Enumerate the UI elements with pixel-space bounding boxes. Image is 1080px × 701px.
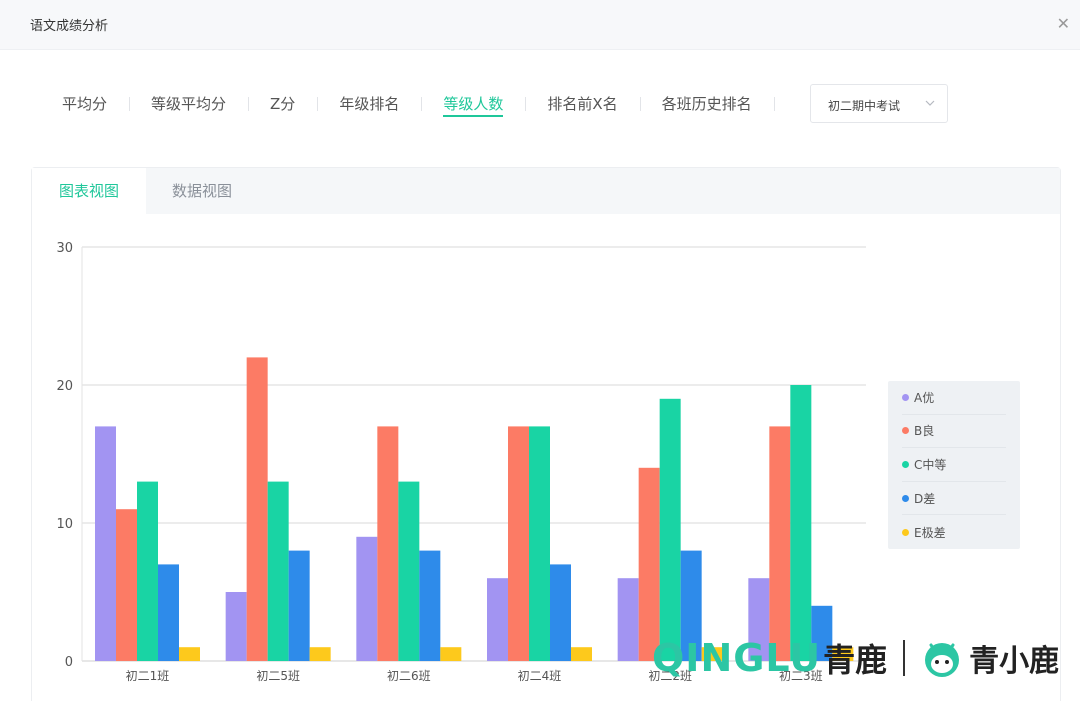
bar bbox=[790, 385, 812, 661]
legend-dot-icon bbox=[902, 427, 909, 435]
legend-label: C中等 bbox=[914, 457, 947, 472]
legend-item[interactable]: B良 bbox=[902, 415, 1006, 449]
y-tick-label: 10 bbox=[56, 517, 73, 532]
bar bbox=[267, 481, 289, 661]
bar bbox=[508, 426, 529, 661]
bar-chart: 0102030初二1班 初二5班 初二6班 初二4班 初二2班 初二3班 bbox=[56, 241, 866, 683]
bar bbox=[617, 578, 639, 661]
bar bbox=[529, 426, 550, 661]
watermark-cn: 青鹿 bbox=[823, 641, 888, 679]
bar bbox=[288, 550, 310, 661]
legend-item[interactable]: A优 bbox=[902, 381, 1006, 415]
legend-item[interactable]: D差 bbox=[902, 482, 1006, 516]
bar bbox=[225, 592, 247, 661]
deer-logo-icon bbox=[925, 643, 960, 677]
bar bbox=[179, 647, 200, 661]
watermark-latin: QINGLU bbox=[652, 636, 822, 680]
bar bbox=[769, 426, 791, 661]
x-tick-label: 初二4班 bbox=[518, 669, 562, 683]
x-tick-label: 初二1班 bbox=[126, 669, 170, 683]
bar bbox=[377, 426, 399, 661]
legend-label: E极差 bbox=[914, 525, 946, 540]
y-tick-label: 20 bbox=[56, 379, 73, 394]
watermark-cn2: 青小鹿 bbox=[969, 644, 1060, 679]
bar bbox=[398, 481, 420, 661]
y-tick-label: 30 bbox=[56, 241, 73, 256]
bar bbox=[158, 564, 179, 661]
bar bbox=[309, 647, 331, 661]
bar bbox=[95, 426, 116, 661]
bar bbox=[356, 536, 378, 661]
legend-item[interactable]: E极差 bbox=[902, 515, 1006, 549]
bar bbox=[246, 357, 268, 661]
legend-dot-icon bbox=[902, 528, 909, 536]
x-tick-label: 初二5班 bbox=[256, 669, 300, 683]
bar bbox=[440, 647, 462, 661]
legend-item[interactable]: C中等 bbox=[902, 448, 1006, 482]
legend-dot-icon bbox=[902, 460, 909, 468]
chart-legend: A优 B良 C中等 D差 E极差 bbox=[888, 381, 1020, 549]
x-tick-label: 初二6班 bbox=[387, 669, 431, 683]
watermark-logo: QINGLU 青鹿 青小鹿 bbox=[652, 633, 1059, 683]
legend-label: A优 bbox=[914, 390, 935, 405]
bar bbox=[659, 398, 681, 661]
y-tick-label: 0 bbox=[65, 655, 73, 670]
bar bbox=[116, 509, 137, 661]
bar bbox=[137, 481, 158, 661]
bar bbox=[419, 550, 441, 661]
legend-dot-icon bbox=[902, 494, 909, 502]
bar bbox=[487, 578, 508, 661]
watermark-separator bbox=[903, 640, 906, 676]
bar bbox=[550, 564, 571, 661]
legend-label: B良 bbox=[914, 424, 935, 439]
legend-dot-icon bbox=[902, 393, 909, 401]
legend-label: D差 bbox=[914, 491, 936, 506]
bar bbox=[571, 647, 592, 661]
